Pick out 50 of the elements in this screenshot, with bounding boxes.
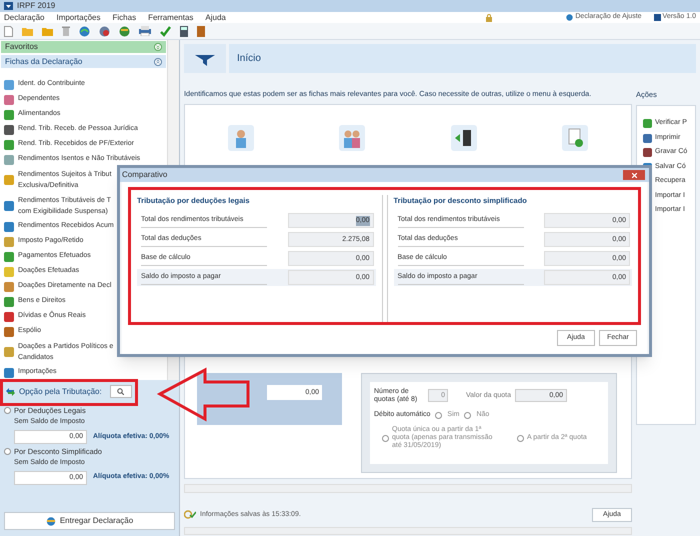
radio-button[interactable]	[4, 407, 11, 414]
menu-item[interactable]: Ajuda	[205, 12, 226, 24]
new-document-icon[interactable]	[4, 26, 13, 36]
arrows-icon	[6, 388, 15, 396]
collapse-icon[interactable]	[154, 43, 162, 51]
scrollbar[interactable]	[184, 526, 632, 535]
check-icon[interactable]	[160, 26, 171, 36]
section-title: Favoritos	[5, 41, 38, 53]
dialog-title: Comparativo	[122, 169, 168, 181]
folder-icon[interactable]	[22, 26, 33, 36]
window-title: IRPF 2019	[17, 0, 56, 12]
printer-icon[interactable]	[139, 26, 151, 36]
form-icon	[4, 347, 14, 357]
book-icon[interactable]	[197, 26, 205, 36]
search-button[interactable]	[110, 385, 132, 398]
close-button[interactable]	[623, 170, 645, 180]
form-icon	[4, 201, 14, 211]
radio-button[interactable]	[464, 412, 472, 419]
form-icon	[4, 368, 14, 378]
radio-button[interactable]	[4, 448, 11, 455]
menu-item[interactable]: Fichas	[112, 12, 136, 24]
menu-item[interactable]: Declaração	[4, 12, 44, 24]
globe-icon[interactable]	[79, 26, 90, 36]
search-icon	[117, 388, 124, 395]
globe-icon	[46, 516, 56, 526]
scrollbar[interactable]	[184, 484, 632, 493]
deliver-button[interactable]: Entregar Declaração	[4, 512, 175, 530]
folder-icon[interactable]	[42, 26, 53, 36]
form-icon	[4, 175, 14, 185]
person-icon[interactable]	[228, 124, 254, 151]
people-icon[interactable]	[339, 124, 366, 151]
page-title: Início	[237, 52, 261, 66]
lock-icon	[486, 14, 492, 22]
radio-button[interactable]	[435, 412, 442, 419]
circle-icon	[566, 14, 574, 21]
clock-check-icon	[184, 510, 196, 520]
globe-icon[interactable]	[99, 26, 110, 36]
calculator-icon[interactable]	[180, 26, 188, 36]
app-icon	[4, 2, 13, 10]
close-icon	[632, 172, 636, 178]
menu-item[interactable]: Importações	[56, 12, 100, 24]
expand-icon[interactable]	[154, 58, 162, 66]
radio-button[interactable]	[517, 434, 524, 442]
trash-icon[interactable]	[62, 26, 70, 36]
document-check-icon[interactable]	[562, 124, 588, 151]
option-label: Opção pela Tributação:	[19, 386, 102, 398]
section-title: Fichas da Declaração	[5, 56, 82, 68]
radio-button[interactable]	[382, 434, 389, 442]
menu-item[interactable]: Ferramentas	[148, 12, 194, 24]
globe-icon[interactable]	[119, 26, 130, 36]
